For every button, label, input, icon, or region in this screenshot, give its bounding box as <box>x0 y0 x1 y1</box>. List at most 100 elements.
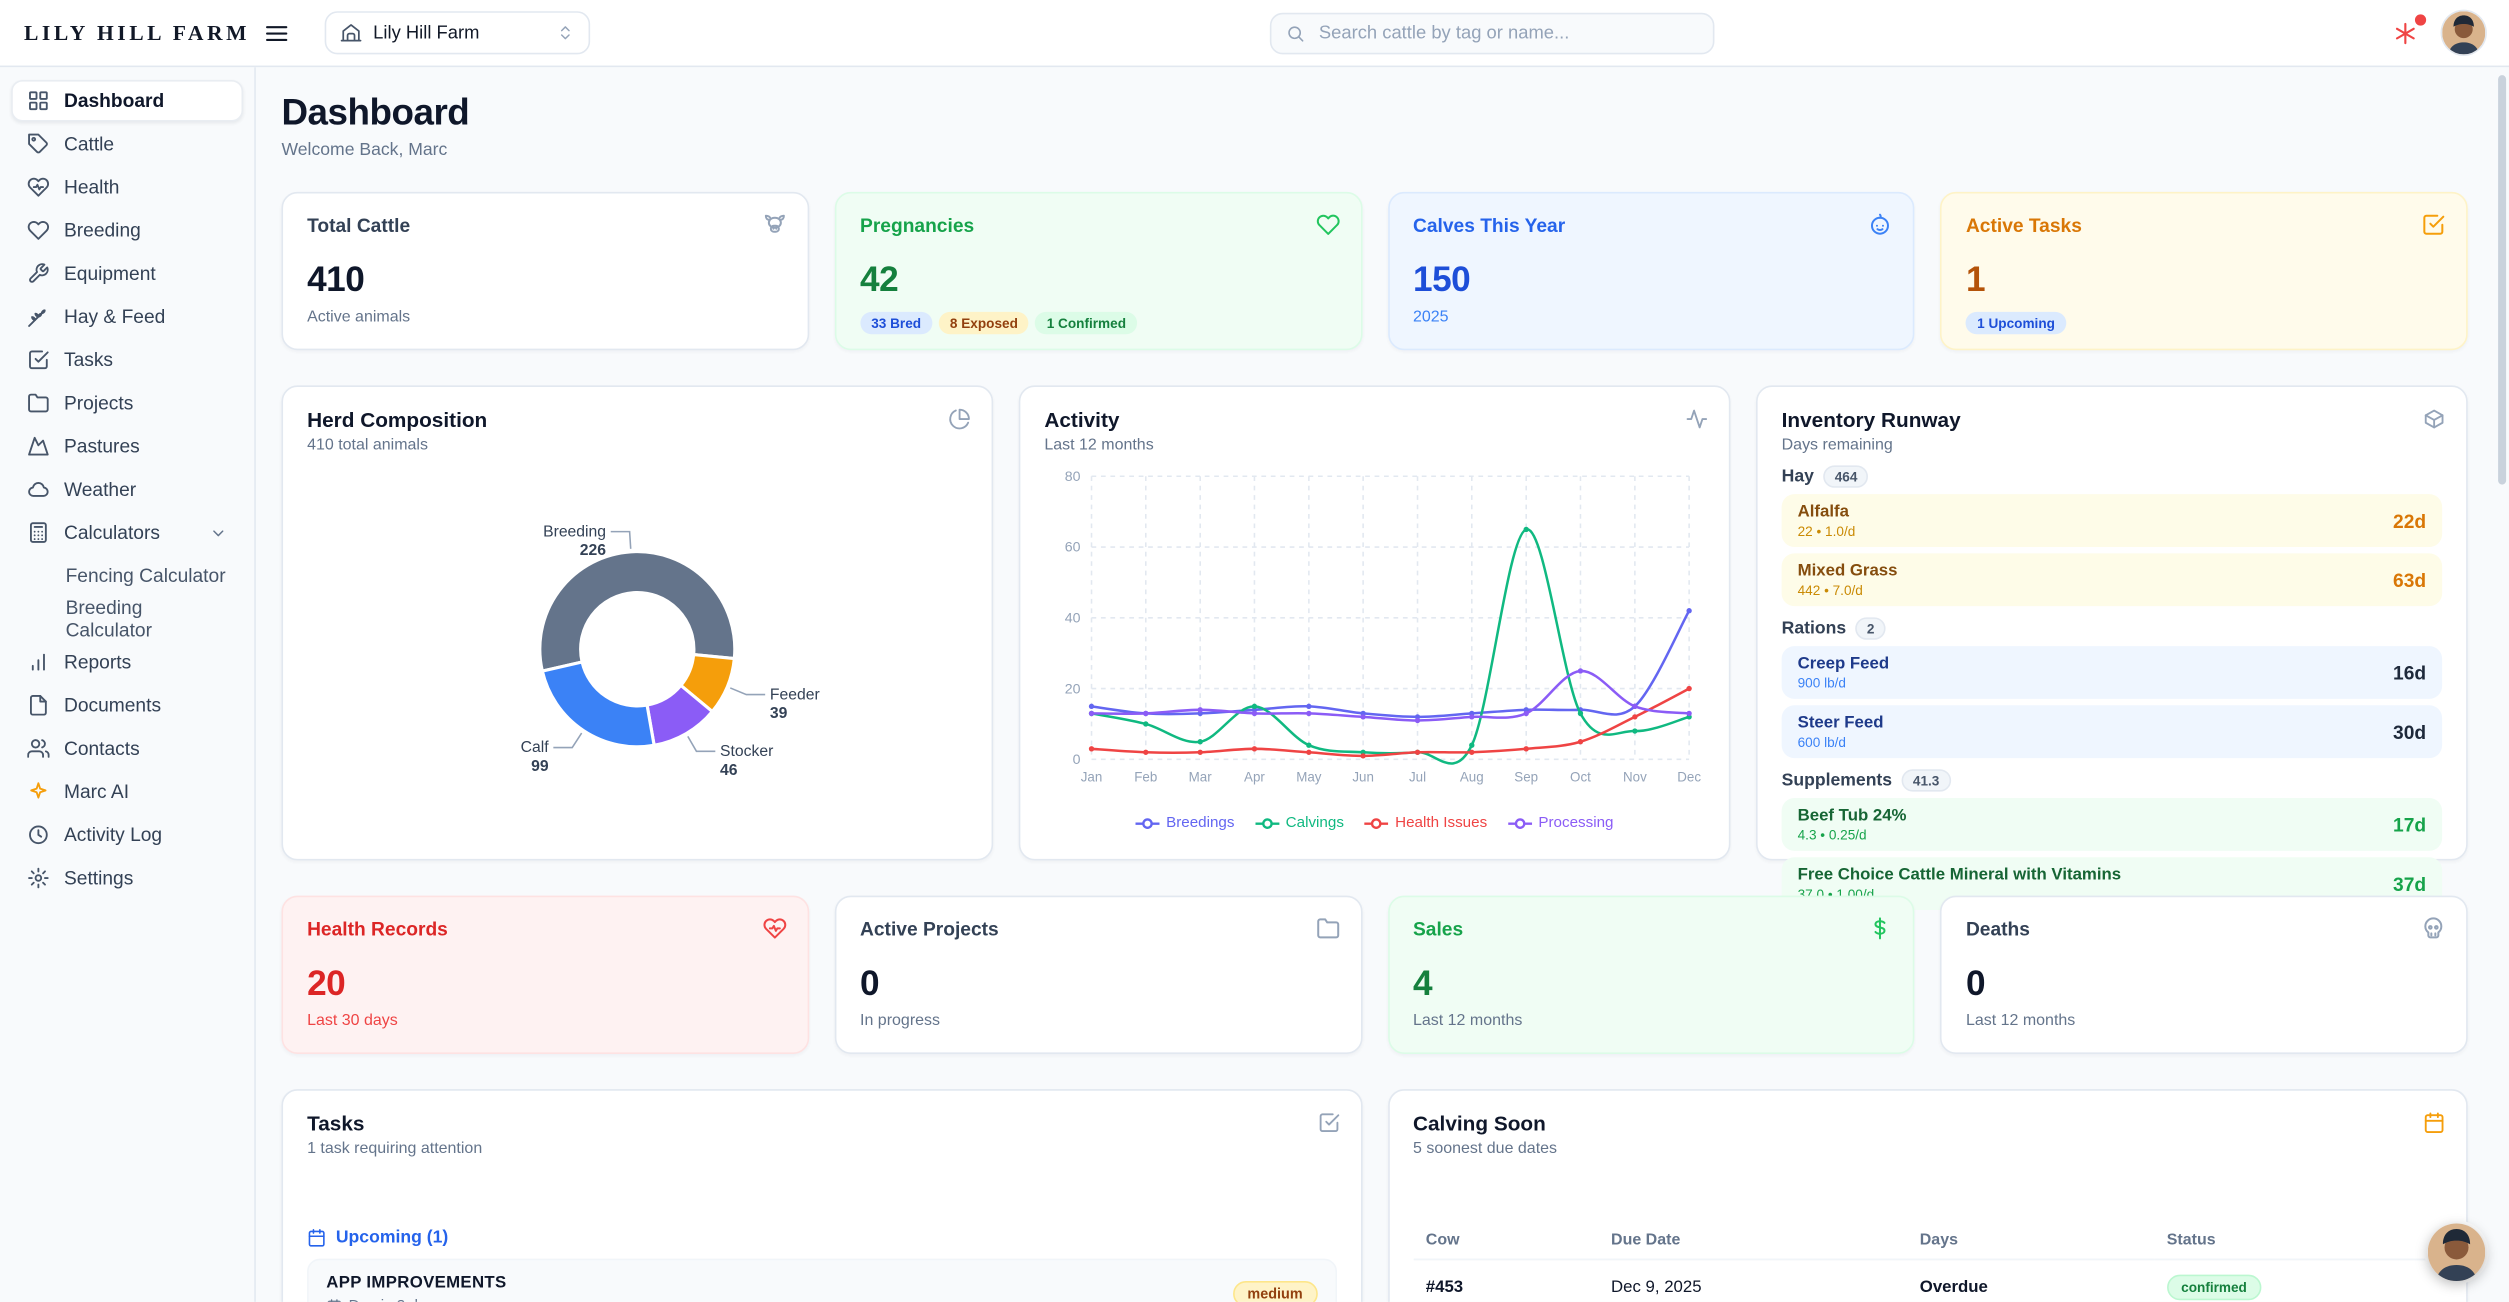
svg-text:Jul: Jul <box>1409 769 1426 784</box>
sidebar-item-dashboard[interactable]: Dashboard <box>11 80 243 122</box>
legend-item[interactable]: Processing <box>1508 814 1614 832</box>
brand-logo: LILY HILL FARM <box>24 20 250 46</box>
col-days: Days <box>1907 1222 2154 1260</box>
days-remaining: 63d <box>2393 569 2426 591</box>
wrench-icon <box>27 262 49 284</box>
legend-item[interactable]: Breedings <box>1136 814 1235 832</box>
item-name: Creep Feed <box>1798 654 1889 673</box>
task-item[interactable]: APP IMPROVEMENTS Due in 3 days medium <box>307 1259 1336 1302</box>
sidebar-item-settings[interactable]: Settings <box>11 857 243 899</box>
sidebar-item-label: Projects <box>64 392 133 414</box>
section-count-badge: 2 <box>1856 617 1886 639</box>
stat-card-sales[interactable]: Sales 4 Last 12 months <box>1387 896 1914 1054</box>
inventory-row-alfalfa[interactable]: Alfalfa 22 • 1.0/d 22d <box>1782 494 2443 547</box>
sidebar-item-marc-ai[interactable]: Marc AI <box>11 771 243 813</box>
alerts-icon[interactable] <box>2393 20 2419 46</box>
stat-card-active-projects[interactable]: Active Projects 0 In progress <box>834 896 1361 1054</box>
svg-text:Apr: Apr <box>1244 769 1265 784</box>
stat-caption: In progress <box>860 1012 1336 1030</box>
herd-composition-panel: Herd Composition 410 total animals Breed… <box>281 385 993 860</box>
status-badge: confirmed <box>2167 1275 2262 1301</box>
activity-chart[interactable]: 020406080JanFebMarAprMayJunJulAugSepOctN… <box>1044 457 1705 809</box>
sidebar-item-label: Calculators <box>64 521 160 543</box>
inventory-runway-panel: Inventory Runway Days remaining Hay 464 … <box>1756 385 2468 860</box>
herd-composition-chart[interactable]: Breeding226Feeder39Stocker46Calf99 <box>307 457 968 842</box>
page-scrollbar[interactable] <box>2498 75 2506 484</box>
stat-card-total-cattle[interactable]: Total Cattle 410 Active animals <box>281 192 808 350</box>
col-due-date: Due Date <box>1598 1222 1907 1260</box>
task-due: Due in 3 days <box>326 1297 506 1302</box>
sidebar-item-projects[interactable]: Projects <box>11 382 243 424</box>
sidebar-item-weather[interactable]: Weather <box>11 469 243 511</box>
bar-chart-icon <box>27 651 49 673</box>
legend-item[interactable]: Calvings <box>1255 814 1344 832</box>
inventory-list: Hay 464 Alfalfa 22 • 1.0/d 22d Mixed Gra… <box>1782 465 2443 910</box>
legend-item[interactable]: Health Issues <box>1365 814 1487 832</box>
check-square-icon <box>27 349 49 371</box>
gear-icon <box>27 867 49 889</box>
search-input[interactable] <box>1316 22 1698 44</box>
section-label: Supplements <box>1782 771 1892 790</box>
sidebar-item-documents[interactable]: Documents <box>11 685 243 727</box>
panel-subtitle: 5 soonest due dates <box>1413 1140 2442 1158</box>
skull-icon <box>2421 916 2445 940</box>
badge-confirmed: 1 Confirmed <box>1035 312 1137 334</box>
item-detail: 600 lb/d <box>1798 734 1884 750</box>
table-row[interactable]: #453 Dec 9, 2025 Overdue confirmed <box>1413 1259 2442 1301</box>
sidebar-item-label: Reports <box>64 651 131 673</box>
item-name: Alfalfa <box>1798 502 1856 521</box>
stat-card-active-tasks[interactable]: Active Tasks 1 1 Upcoming <box>1940 192 2467 350</box>
user-avatar[interactable] <box>2442 11 2485 54</box>
inventory-section-hay: Hay 464 <box>1782 465 2443 487</box>
stat-value: 150 <box>1413 259 1889 301</box>
stat-card-deaths[interactable]: Deaths 0 Last 12 months <box>1940 896 2467 1054</box>
sidebar-item-activity-log[interactable]: Activity Log <box>11 814 243 856</box>
sidebar-item-reports[interactable]: Reports <box>11 641 243 683</box>
sidebar-item-breeding[interactable]: Breeding <box>11 210 243 252</box>
sidebar-toggle-button[interactable] <box>264 20 290 46</box>
sidebar-item-equipment[interactable]: Equipment <box>11 253 243 295</box>
due-date: Dec 9, 2025 <box>1598 1259 1907 1301</box>
section-label: Hay <box>1782 467 1814 486</box>
sidebar-item-health[interactable]: Health <box>11 166 243 208</box>
sidebar-item-hay-feed[interactable]: Hay & Feed <box>11 296 243 338</box>
stat-value: 1 <box>1966 259 2442 301</box>
sidebar-item-fencing-calculator[interactable]: Fencing Calculator <box>11 555 243 597</box>
item-detail: 900 lb/d <box>1798 675 1889 691</box>
panel-title: Tasks <box>307 1112 1336 1136</box>
stat-card-calves-this-year[interactable]: Calves This Year 150 2025 <box>1387 192 1914 350</box>
dollar-icon <box>1868 916 1892 940</box>
calving-soon-panel: Calving Soon 5 soonest due dates Cow Due… <box>1387 1089 2467 1302</box>
stat-value: 42 <box>860 259 1336 301</box>
stat-card-health-records[interactable]: Health Records 20 Last 30 days <box>281 896 808 1054</box>
stat-value: 410 <box>307 259 783 301</box>
inventory-row-creep-feed[interactable]: Creep Feed 900 lb/d 16d <box>1782 646 2443 699</box>
sidebar-item-breeding-calculator[interactable]: Breeding Calculator <box>11 598 243 640</box>
inventory-row-mixed-grass[interactable]: Mixed Grass 442 • 7.0/d 63d <box>1782 553 2443 606</box>
sidebar-item-tasks[interactable]: Tasks <box>11 339 243 381</box>
stat-card-pregnancies[interactable]: Pregnancies 42 33 Bred 8 Exposed 1 Confi… <box>834 192 1361 350</box>
clock-icon <box>27 824 49 846</box>
calf-icon <box>1868 213 1892 237</box>
sidebar-item-label: Settings <box>64 867 133 889</box>
sidebar-item-contacts[interactable]: Contacts <box>11 728 243 770</box>
panel-subtitle: Days remaining <box>1782 437 2443 455</box>
farm-selector-value: Lily Hill Farm <box>373 23 479 42</box>
sidebar-item-calculators[interactable]: Calculators <box>11 512 243 554</box>
farm-selector[interactable]: Lily Hill Farm <box>325 11 590 54</box>
stat-value: 0 <box>860 963 1336 1005</box>
sidebar-item-pastures[interactable]: Pastures <box>11 425 243 467</box>
cloud-icon <box>27 478 49 500</box>
sidebar-item-cattle[interactable]: Cattle <box>11 123 243 165</box>
calendar-icon <box>307 1228 326 1247</box>
chat-widget-avatar[interactable] <box>2428 1223 2486 1281</box>
inventory-row-steer-feed[interactable]: Steer Feed 600 lb/d 30d <box>1782 705 2443 758</box>
tasks-panel: Tasks 1 task requiring attention Upcomin… <box>281 1089 1361 1302</box>
stat-title: Active Tasks <box>1966 214 2442 236</box>
users-icon <box>27 737 49 759</box>
heart-icon <box>1315 213 1339 237</box>
sidebar-item-label: Activity Log <box>64 824 162 846</box>
inventory-row-beef-tub[interactable]: Beef Tub 24% 4.3 • 0.25/d 17d <box>1782 798 2443 851</box>
stat-value: 4 <box>1413 963 1889 1005</box>
svg-text:40: 40 <box>1065 610 1081 626</box>
